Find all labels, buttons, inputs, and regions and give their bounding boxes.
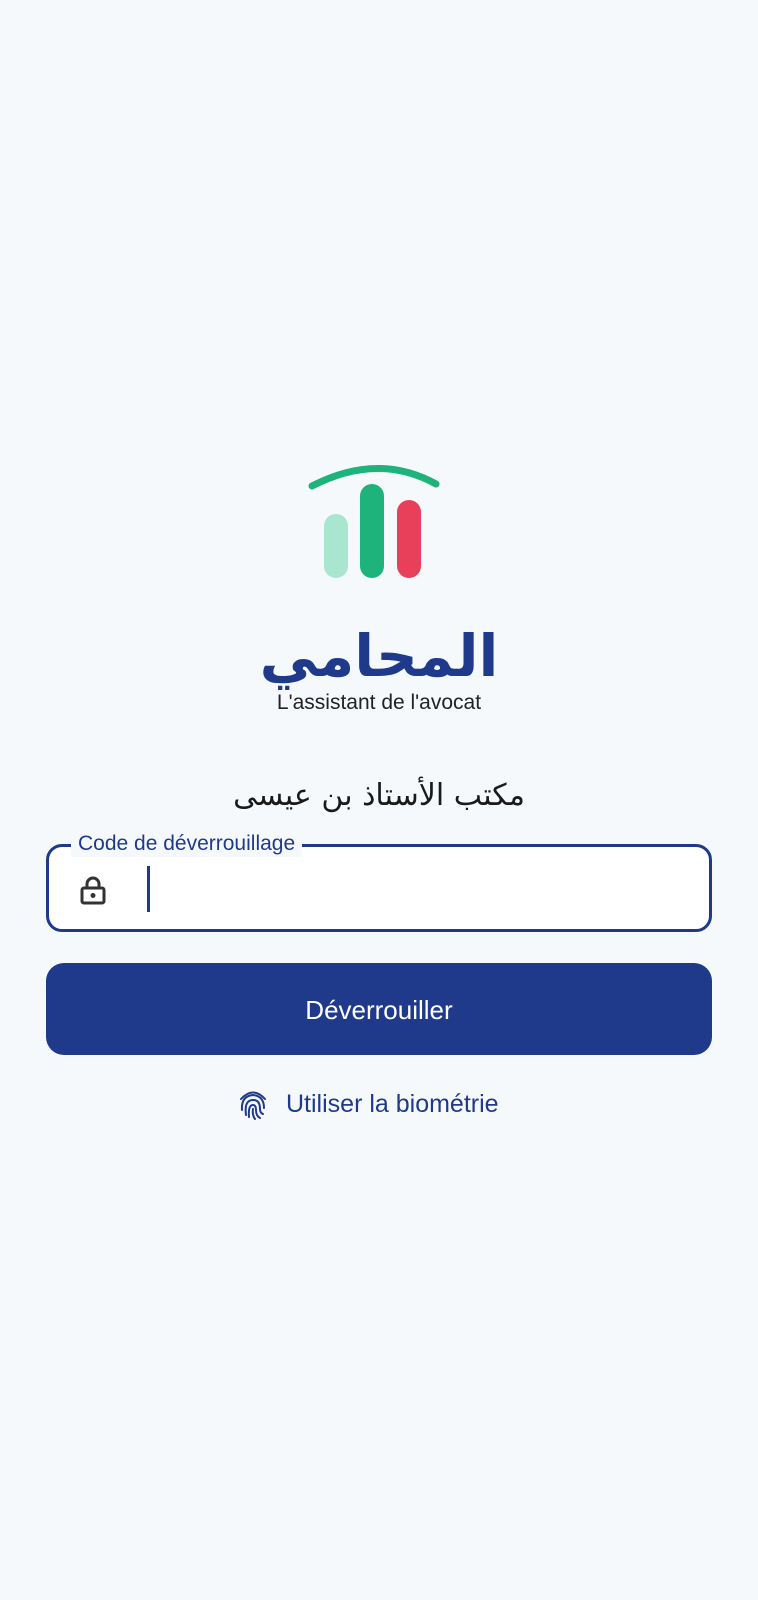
lock-icon xyxy=(80,876,106,905)
logo-bar-left xyxy=(324,514,348,578)
office-name: مكتب الأستاذ بن عيسى xyxy=(233,778,525,813)
text-caret xyxy=(147,866,150,912)
app-logo xyxy=(308,465,440,578)
use-biometrics-link[interactable]: Utiliser la biométrie xyxy=(238,1084,499,1124)
unlock-code-label: Code de déverrouillage xyxy=(71,831,303,857)
logo-arc xyxy=(308,465,440,490)
logo-bar-center xyxy=(360,484,384,578)
unlock-code-field[interactable]: Code de déverrouillage xyxy=(46,831,712,932)
fingerprint-icon xyxy=(240,1091,266,1120)
unlock-code-input[interactable] xyxy=(145,863,685,913)
app-tagline: L'assistant de l'avocat xyxy=(276,691,482,714)
biometric-label: Utiliser la biométrie xyxy=(286,1089,499,1118)
logo-bar-right xyxy=(397,500,421,578)
app-name: المحامي xyxy=(259,622,499,690)
unlock-button[interactable]: Déverrouiller xyxy=(46,963,712,1055)
